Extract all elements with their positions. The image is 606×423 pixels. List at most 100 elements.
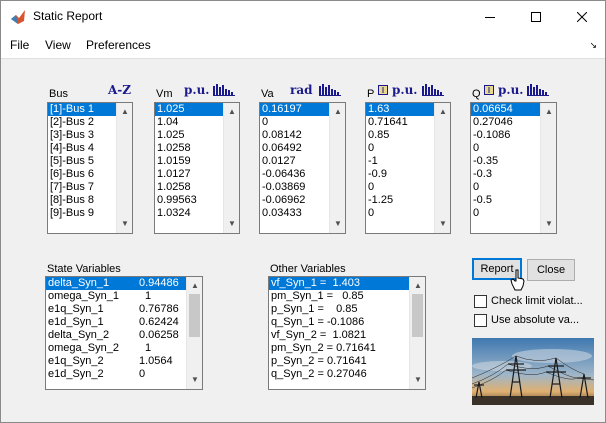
maximize-icon: [531, 11, 541, 22]
title-bar: Static Report: [1, 1, 605, 32]
scroll-down-icon[interactable]: ▼: [117, 217, 132, 231]
variable-name: e1q_Syn_1: [48, 303, 104, 315]
scroll-up-icon[interactable]: ▲: [410, 279, 425, 293]
p-unit-tool[interactable]: p.u.: [392, 83, 417, 97]
list-item[interactable]: omega_Syn_1 1: [46, 290, 202, 303]
q-bar-chart-icon[interactable]: [527, 84, 549, 96]
q-listbox[interactable]: 0.06654 0.27046 -0.1086 0 -0.35 -0.3 0 -…: [470, 102, 557, 234]
vm-unit-tool[interactable]: p.u.: [184, 83, 209, 97]
variable-value: 0: [139, 368, 146, 380]
scrollbar[interactable]: ▲ ▼: [223, 103, 239, 233]
toolbar-toggle-icon[interactable]: ↘: [589, 40, 597, 51]
sort-az-tool[interactable]: A-Z: [108, 83, 131, 97]
list-item[interactable]: vf_Syn_2 = 1.0821: [269, 329, 425, 342]
va-unit-tool[interactable]: rad: [290, 83, 313, 97]
mouse-cursor-icon: [510, 269, 525, 291]
state-variables-listbox[interactable]: delta_Syn_1 0.94486 omega_Syn_1 1 e1q_Syn_…: [45, 276, 203, 390]
scroll-down-icon[interactable]: ▼: [410, 373, 425, 387]
q-unit-tool[interactable]: p.u.: [498, 83, 523, 97]
variable-value: 0.76786: [139, 303, 179, 315]
scroll-down-icon[interactable]: ▼: [224, 217, 239, 231]
p-bar-chart-icon[interactable]: [422, 84, 444, 96]
variable-name: omega_Syn_2: [48, 342, 119, 354]
variable-value: 1.0564: [139, 355, 173, 367]
variable-name: omega_Syn_1: [48, 290, 119, 302]
variable-value: 0.94486: [139, 277, 179, 289]
list-item[interactable]: delta_Syn_2 0.06258: [46, 329, 202, 342]
menu-preferences[interactable]: Preferences: [86, 38, 151, 52]
scroll-up-icon[interactable]: ▲: [224, 105, 239, 119]
list-item[interactable]: e1d_Syn_1 0.62424: [46, 316, 202, 329]
list-item[interactable]: p_Syn_1 = 0.85: [269, 303, 425, 316]
scrollbar[interactable]: ▲ ▼: [186, 277, 202, 389]
other-variables-header: Other Variables: [270, 263, 346, 275]
scrollbar[interactable]: ▲ ▼: [409, 277, 425, 389]
check-limit-label: Check limit violat...: [491, 295, 583, 307]
scrollbar-thumb[interactable]: [189, 294, 200, 337]
close-icon: [577, 11, 587, 22]
va-header: Va: [261, 88, 274, 100]
vm-bar-chart-icon[interactable]: [213, 84, 235, 96]
menu-bar: File View Preferences ↘: [1, 32, 605, 59]
minimize-button[interactable]: [467, 1, 513, 32]
state-variables-header: State Variables: [47, 263, 121, 275]
bus-header: Bus: [49, 88, 68, 100]
close-button[interactable]: Close: [527, 259, 575, 281]
q-toggle-icon[interactable]: [484, 85, 494, 95]
window-title: Static Report: [33, 9, 103, 23]
variable-name: e1d_Syn_1: [48, 316, 104, 328]
vm-header: Vm: [156, 88, 173, 100]
list-item[interactable]: e1q_Syn_1 0.76786: [46, 303, 202, 316]
list-item[interactable]: omega_Syn_2 1: [46, 342, 202, 355]
other-variables-listbox[interactable]: vf_Syn_1 = 1.403 pm_Syn_1 = 0.85 p_Syn_1…: [268, 276, 426, 390]
scroll-down-icon[interactable]: ▼: [330, 217, 345, 231]
scroll-up-icon[interactable]: ▲: [435, 105, 450, 119]
list-item[interactable]: delta_Syn_1 0.94486: [46, 277, 202, 290]
list-item[interactable]: p_Syn_2 = 0.71641: [269, 355, 425, 368]
transmission-tower-image: [472, 338, 594, 405]
list-item[interactable]: e1q_Syn_2 1.0564: [46, 355, 202, 368]
scroll-up-icon[interactable]: ▲: [117, 105, 132, 119]
variable-name: e1q_Syn_2: [48, 355, 104, 367]
close-window-button[interactable]: [559, 1, 605, 32]
scrollbar[interactable]: ▲ ▼: [116, 103, 132, 233]
scroll-down-icon[interactable]: ▼: [541, 217, 556, 231]
scroll-down-icon[interactable]: ▼: [435, 217, 450, 231]
variable-name: delta_Syn_1: [48, 277, 110, 289]
bus-listbox[interactable]: [1]-Bus 1 [2]-Bus 2 [3]-Bus 3 [4]-Bus 4 …: [47, 102, 133, 234]
variable-name: e1d_Syn_2: [48, 368, 104, 380]
p-listbox[interactable]: 1.63 0.71641 0.85 0 -1 -0.9 0 -1.25 0 ▲ …: [365, 102, 451, 234]
list-item[interactable]: pm_Syn_2 = 0.71641: [269, 342, 425, 355]
variable-value: 0.62424: [139, 316, 179, 328]
scrollbar-thumb[interactable]: [412, 294, 423, 337]
variable-value: 1: [145, 342, 152, 354]
static-report-window: Static Report File View Preferences ↘ Bu…: [0, 0, 606, 423]
scrollbar[interactable]: ▲ ▼: [540, 103, 556, 233]
scroll-up-icon[interactable]: ▲: [541, 105, 556, 119]
list-item[interactable]: q_Syn_2 = 0.27046: [269, 368, 425, 381]
q-header: Q: [472, 88, 481, 100]
minimize-icon: [485, 16, 495, 18]
vm-listbox[interactable]: 1.025 1.04 1.025 1.0258 1.0159 1.0127 1.…: [154, 102, 240, 234]
va-listbox[interactable]: 0.16197 0 0.08142 0.06492 0.0127 -0.0643…: [259, 102, 346, 234]
scrollbar[interactable]: ▲ ▼: [329, 103, 345, 233]
scroll-up-icon[interactable]: ▲: [330, 105, 345, 119]
check-limit-checkbox[interactable]: [474, 295, 487, 308]
absolute-values-checkbox[interactable]: [474, 314, 487, 327]
absolute-values-label: Use absolute va...: [491, 314, 580, 326]
scrollbar[interactable]: ▲ ▼: [434, 103, 450, 233]
maximize-button[interactable]: [513, 1, 559, 32]
scroll-up-icon[interactable]: ▲: [187, 279, 202, 293]
variable-value: 0.06258: [139, 329, 179, 341]
variable-value: 1: [145, 290, 152, 302]
va-bar-chart-icon[interactable]: [319, 84, 341, 96]
scroll-down-icon[interactable]: ▼: [187, 373, 202, 387]
matlab-icon: [11, 10, 25, 24]
pq-toggle-icon[interactable]: [378, 85, 388, 95]
menu-view[interactable]: View: [45, 38, 71, 52]
menu-file[interactable]: File: [10, 38, 29, 52]
list-item[interactable]: q_Syn_1 = -0.1086: [269, 316, 425, 329]
list-item[interactable]: e1d_Syn_2 0: [46, 368, 202, 381]
list-item[interactable]: vf_Syn_1 = 1.403: [269, 277, 425, 290]
list-item[interactable]: pm_Syn_1 = 0.85: [269, 290, 425, 303]
